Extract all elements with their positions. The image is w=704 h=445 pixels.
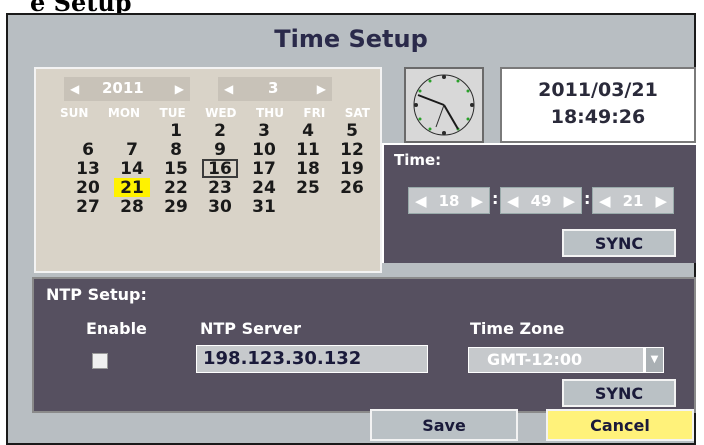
- calendar-day[interactable]: 24: [246, 178, 282, 198]
- month-value: 3: [268, 79, 279, 97]
- clock-icon: [413, 74, 475, 136]
- calendar-day[interactable]: 29: [158, 197, 194, 217]
- calendar-day[interactable]: 31: [246, 197, 282, 217]
- time-zone-value: GMT-12:00: [487, 350, 583, 369]
- month-next-icon[interactable]: ▶: [317, 82, 326, 96]
- calendar-day[interactable]: 21: [114, 178, 150, 198]
- second-decrement-icon[interactable]: ◀: [599, 192, 611, 210]
- second-spinner[interactable]: ◀ 21 ▶: [592, 187, 674, 214]
- calendar-day[interactable]: 12: [334, 140, 370, 160]
- calendar-day[interactable]: 19: [334, 159, 370, 179]
- minute-value: 49: [530, 191, 552, 210]
- calendar-empty-cell: [70, 121, 106, 140]
- second-value: 21: [622, 191, 644, 210]
- calendar-day[interactable]: 16: [202, 159, 238, 179]
- time-zone-select[interactable]: GMT-12:00 ▼: [468, 347, 664, 373]
- minute-increment-icon[interactable]: ▶: [563, 192, 575, 210]
- second-increment-icon[interactable]: ▶: [655, 192, 667, 210]
- ntp-enable-checkbox[interactable]: [92, 353, 108, 369]
- calendar-day[interactable]: 30: [202, 197, 238, 217]
- calendar-day[interactable]: 5: [334, 121, 370, 141]
- month-selector[interactable]: ◀ 3 ▶: [218, 77, 332, 101]
- calendar-day[interactable]: 11: [290, 140, 326, 160]
- ntp-sync-button[interactable]: SYNC: [562, 379, 676, 407]
- minute-spinner[interactable]: ◀ 49 ▶: [500, 187, 582, 214]
- calendar-day[interactable]: 10: [246, 140, 282, 160]
- calendar-day[interactable]: 20: [70, 178, 106, 198]
- month-prev-icon[interactable]: ◀: [224, 82, 233, 96]
- calendar-day[interactable]: 3: [246, 121, 282, 141]
- calendar-empty-cell: [334, 197, 370, 216]
- time-zone-label: Time Zone: [470, 319, 565, 338]
- calendar-day[interactable]: 2: [202, 121, 238, 141]
- calendar-day[interactable]: 4: [290, 121, 326, 141]
- calendar-day[interactable]: 7: [114, 140, 150, 160]
- calendar-day[interactable]: 28: [114, 197, 150, 217]
- hour-value: 18: [438, 191, 460, 210]
- cancel-button[interactable]: Cancel: [546, 409, 694, 441]
- time-setup-dialog: Time Setup ◀ 2011 ▶ ◀ 3 ▶ SUN MON TUE WE…: [6, 13, 696, 445]
- ntp-setup-label: NTP Setup:: [46, 285, 147, 304]
- calendar-day-grid: 1 2 3 4 5 6 7 8 9 10 11 12 13 14 15 16 17 18 19 20 21 22 23 24 2…: [70, 121, 378, 217]
- calendar-day[interactable]: 8: [158, 140, 194, 160]
- calendar-day[interactable]: 6: [70, 140, 106, 160]
- calendar-day[interactable]: 27: [70, 197, 106, 217]
- enable-label: Enable: [86, 319, 147, 338]
- calendar-day[interactable]: 13: [70, 159, 106, 179]
- calendar-day[interactable]: 23: [202, 178, 238, 198]
- time-separator: :: [584, 189, 591, 208]
- time-sync-button[interactable]: SYNC: [562, 229, 676, 257]
- ntp-panel: NTP Setup: Enable NTP Server 198.123.30.…: [32, 277, 696, 413]
- current-datetime-display: 2011/03/21 18:49:26: [500, 67, 696, 143]
- calendar-day[interactable]: 14: [114, 159, 150, 179]
- year-prev-icon[interactable]: ◀: [70, 82, 79, 96]
- minute-decrement-icon[interactable]: ◀: [507, 192, 519, 210]
- calendar-day[interactable]: 22: [158, 178, 194, 198]
- year-next-icon[interactable]: ▶: [175, 82, 184, 96]
- calendar-panel: ◀ 2011 ▶ ◀ 3 ▶ SUN MON TUE WED THU FRI S…: [34, 67, 382, 273]
- time-label: Time:: [394, 151, 442, 169]
- ntp-server-label: NTP Server: [200, 319, 302, 338]
- calendar-day[interactable]: 17: [246, 159, 282, 179]
- calendar-empty-cell: [290, 197, 326, 216]
- dialog-title: Time Setup: [274, 25, 428, 53]
- current-time: 18:49:26: [550, 106, 646, 128]
- calendar-day[interactable]: 18: [290, 159, 326, 179]
- hour-decrement-icon[interactable]: ◀: [415, 192, 427, 210]
- calendar-day[interactable]: 15: [158, 159, 194, 179]
- calendar-day[interactable]: 9: [202, 140, 238, 160]
- calendar-empty-cell: [114, 121, 150, 140]
- time-separator: :: [492, 189, 499, 208]
- hour-increment-icon[interactable]: ▶: [471, 192, 483, 210]
- save-button[interactable]: Save: [370, 409, 518, 441]
- calendar-day[interactable]: 25: [290, 178, 326, 198]
- ntp-server-input[interactable]: 198.123.30.132: [196, 345, 428, 373]
- year-value: 2011: [102, 79, 144, 97]
- calendar-day[interactable]: 26: [334, 178, 370, 198]
- chevron-down-icon[interactable]: ▼: [643, 348, 663, 372]
- analog-clock: [404, 67, 484, 143]
- current-date: 2011/03/21: [538, 79, 658, 101]
- time-panel: Time: ◀ 18 ▶ : ◀ 49 ▶ : ◀ 21 ▶ SYNC: [382, 143, 696, 263]
- calendar-day[interactable]: 1: [158, 121, 194, 141]
- year-selector[interactable]: ◀ 2011 ▶: [64, 77, 190, 101]
- hour-spinner[interactable]: ◀ 18 ▶: [408, 187, 490, 214]
